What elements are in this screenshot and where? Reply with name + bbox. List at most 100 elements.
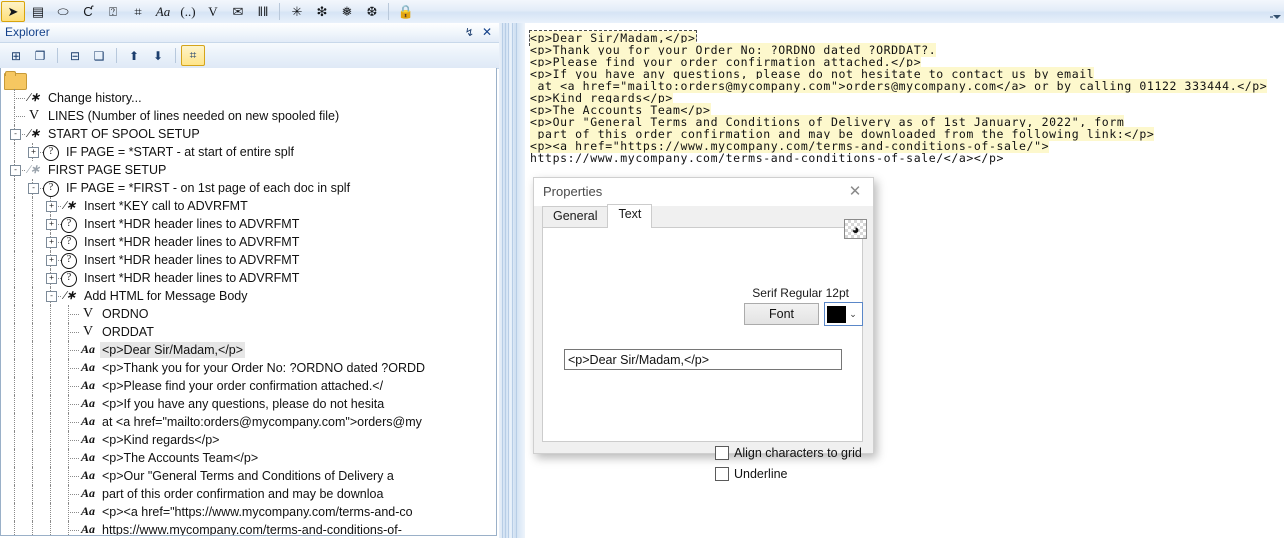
text-aa-icon: Aa [80,342,95,356]
collapse-toggle-icon[interactable]: - [10,165,21,176]
tree-item[interactable]: Aa <p>Our "General Terms and Conditions o… [1,467,496,485]
expand-toggle-icon[interactable]: + [46,219,57,230]
code-line[interactable]: <p>Thank you for your Order No: ?ORDNO d… [525,43,1284,57]
tree-item[interactable]: Aa <p>Please find your order confirmation… [1,377,496,395]
question-icon[interactable]: ⍰ [101,1,125,22]
text-aa-icon: Aa [80,414,95,428]
splitter-line [512,23,513,538]
tree-item[interactable]: ∕∗ Change history... [1,89,496,107]
tree-item[interactable]: +? Insert *HDR header lines to ADVRFMT [1,233,496,251]
explorer-tree-container[interactable]: ∕∗ Change history... V LINES (Number of lin… [0,68,497,536]
expand-toggle-icon[interactable]: + [46,201,57,212]
tree-item[interactable]: - ∕∗ START OF SPOOL SETUP [1,125,496,143]
collapse-toggle-icon[interactable]: - [10,129,21,140]
tree-guide-line [32,323,33,341]
main-toolbar: ➤ ▤ ⬭ Ƈ ⍰ ⌗ Aa (..) V ✉ ‖‖ ✳ ❇ ❅ ❆ 🔒 [0,0,1284,24]
form-icon[interactable]: ▤ [26,1,50,22]
chevron-down-icon[interactable]: ⌄ [846,304,860,324]
collapse-toggle-icon[interactable]: - [28,183,39,194]
tree-item[interactable]: V ORDDAT [1,323,496,341]
tree-item[interactable]: Aa <p>Thank you for your Order No: ?ORDNO… [1,359,496,377]
toolbar-overflow-button[interactable] [1270,4,1281,19]
parens-icon[interactable]: (..) [176,1,200,22]
expand-all-button[interactable]: ❐ [28,45,52,66]
snowflake-one-icon[interactable]: ✳ [285,1,309,22]
image-icon[interactable]: ⌗ [126,1,150,22]
code-line[interactable]: <p>Kind regards</p> [525,91,1284,105]
tree-item[interactable]: Aa <p><a href="https://www.mycompany.com/… [1,503,496,521]
align-characters-checkbox-row[interactable]: Align characters to grid [715,446,862,460]
properties-dialog[interactable]: Properties ✕ General Text ◕ Serif Regular… [533,177,874,481]
barcode-icon[interactable]: ‖‖ [251,1,275,22]
tree-item[interactable]: V LINES (Number of lines needed on new sp… [1,107,496,125]
properties-button[interactable]: ⌗ [181,45,205,66]
font-button[interactable]: Font [744,303,819,325]
explorer-toolbar: ⊞ ❐ ⊟ ❑ ⬆ ⬇ ⌗ [0,43,499,69]
tree-item[interactable]: Aa <p>If you have any questions, please d… [1,395,496,413]
collapse-all-button[interactable]: ❑ [87,45,111,66]
tree-item[interactable]: - ∕∗ Add HTML for Message Body [1,287,496,305]
code-line[interactable]: <p>Please find your order confirmation a… [525,55,1284,69]
pin-icon[interactable]: ↯ [465,26,474,39]
snowflake-three-icon[interactable]: ❅ [335,1,359,22]
code-line[interactable]: at <a href="mailto:orders@mycompany.com"… [525,79,1284,93]
color-swatch [827,305,846,323]
code-line[interactable]: <p>If you have any questions, please do … [525,67,1284,81]
code-line[interactable]: part of this order confirmation and may … [525,127,1284,141]
tree-item[interactable]: Aa at <a href="mailto:orders@mycompany.co… [1,413,496,431]
tree-item[interactable]: -? IF PAGE = *FIRST - on 1st page of each… [1,179,496,197]
tree-item[interactable]: Aa <p>The Accounts Team</p> [1,449,496,467]
snowflake-two-icon[interactable]: ❇ [310,1,334,22]
code-line[interactable]: <p>Our "General Terms and Conditions of … [525,115,1284,129]
expand-toggle-icon[interactable]: + [46,273,57,284]
tree-item[interactable]: +? Insert *HDR header lines to ADVRFMT [1,251,496,269]
lock-icon[interactable]: 🔒 [394,1,418,22]
code-line[interactable]: <p>The Accounts Team</p> [525,103,1284,117]
tree-item[interactable]: Aa <p>Kind regards</p> [1,431,496,449]
expand-toggle-icon[interactable]: + [46,255,57,266]
eraser-icon[interactable]: ⬭ [51,1,75,22]
tree-guide-line [50,359,51,377]
dialog-tab-general[interactable]: General [542,206,609,228]
color-picker[interactable]: ⌄ [824,302,863,326]
tree-item[interactable]: V ORDNO [1,305,496,323]
close-icon[interactable]: ✕ [843,181,867,201]
close-icon[interactable]: ✕ [482,25,492,39]
snowflake-four-icon[interactable]: ❆ [360,1,384,22]
expand-node-button[interactable]: ⊞ [4,45,28,66]
chevron-down-icon [1273,15,1281,19]
comment-icon: ∕∗ [27,126,41,140]
move-up-button[interactable]: ⬆ [122,45,146,66]
tree-item[interactable] [1,71,496,90]
code-line[interactable]: https://www.mycompany.com/terms-and-cond… [525,151,1284,165]
dialog-title-bar[interactable]: Properties ✕ [534,178,873,206]
move-down-button[interactable]: ⬇ [146,45,170,66]
collapse-toggle-icon[interactable]: - [46,291,57,302]
code-line[interactable]: <p>Dear Sir/Madam,</p> [525,30,1284,46]
tree-item[interactable]: +? Insert *HDR header lines to ADVRFMT [1,215,496,233]
condition-question-icon: ? [61,253,77,269]
hook-icon[interactable]: Ƈ [76,1,100,22]
expand-toggle-icon[interactable]: + [46,237,57,248]
variable-icon[interactable]: V [201,1,225,22]
tree-item[interactable]: + ∕∗ Insert *KEY call to ADVRFMT [1,197,496,215]
tree-item[interactable]: +? Insert *HDR header lines to ADVRFMT [1,269,496,287]
pointer-icon[interactable]: ➤ [1,1,25,22]
underline-checkbox-row[interactable]: Underline [715,467,788,481]
expand-toggle-icon[interactable]: + [28,147,39,158]
tree-item[interactable]: +? IF PAGE = *START - at start of entire … [1,143,496,161]
code-line[interactable]: <p><a href="https://www.mycompany.com/te… [525,139,1284,153]
text-value-input[interactable]: <p>Dear Sir/Madam,</p> [564,349,842,370]
tree-item[interactable]: - ∕∗ FIRST PAGE SETUP [1,161,496,179]
mail-icon[interactable]: ✉ [226,1,250,22]
align-characters-checkbox[interactable] [715,446,729,460]
tree-item[interactable]: Aa <p>Dear Sir/Madam,</p> [1,341,496,359]
collapse-node-button[interactable]: ⊟ [63,45,87,66]
dialog-tab-text[interactable]: Text [607,204,653,228]
underline-checkbox[interactable] [715,467,729,481]
tree-item[interactable]: Aa part of this order confirmation and ma… [1,485,496,503]
panel-splitter[interactable] [499,23,525,538]
globe-icon-button[interactable]: ◕ [844,219,867,239]
tree-item[interactable]: Aa https://www.mycompany.com/terms-and-co… [1,521,496,535]
text-aa-icon[interactable]: Aa [151,1,175,22]
